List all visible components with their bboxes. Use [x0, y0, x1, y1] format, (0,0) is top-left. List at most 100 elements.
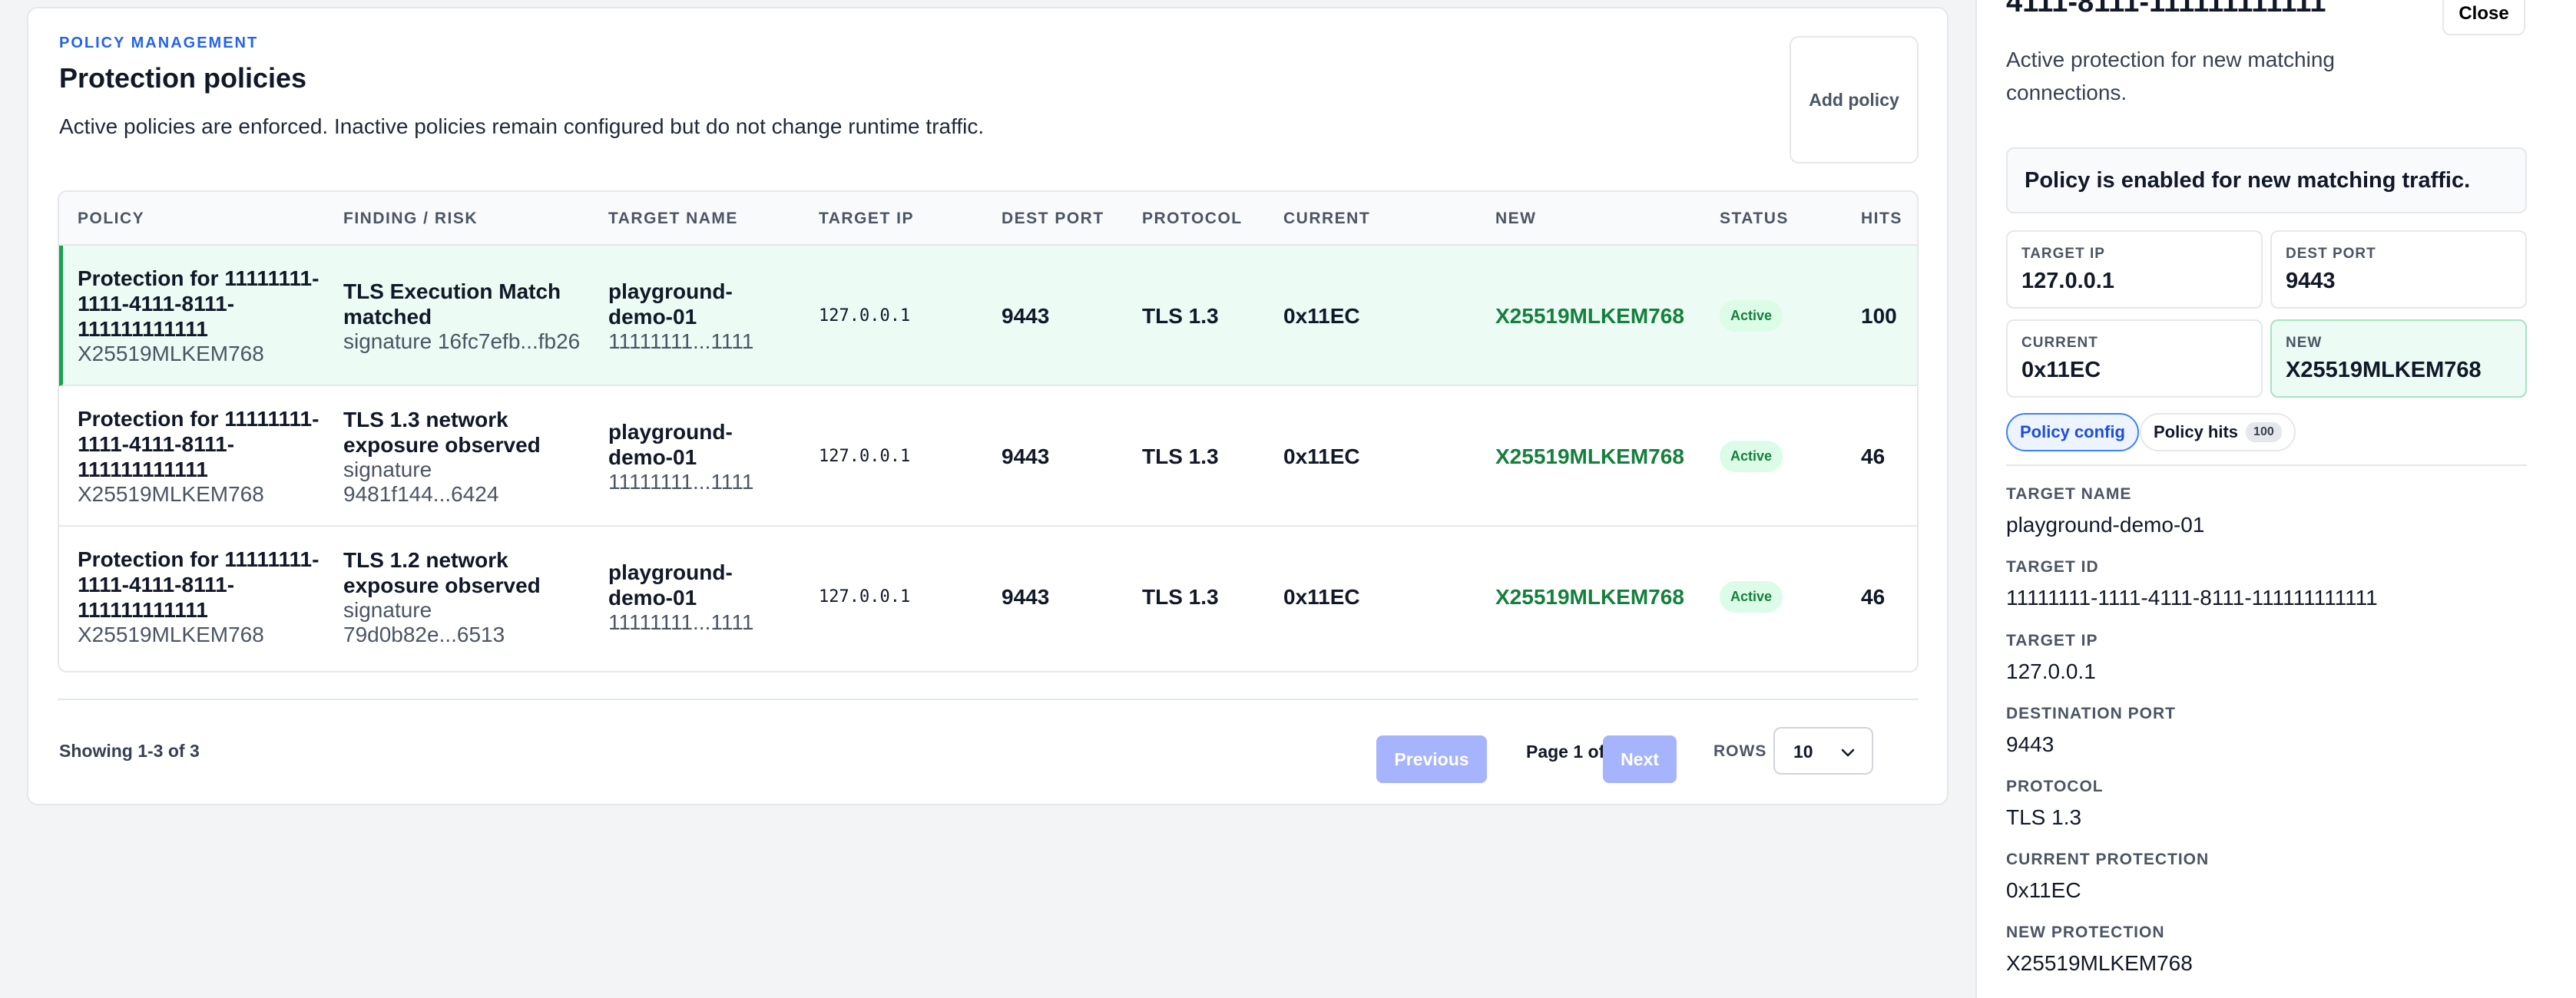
table-row[interactable]: Protection for 11111111- 1111-4111-8111-…: [59, 386, 1917, 527]
stat-dest-port: DEST PORT 9443: [2270, 230, 2527, 309]
status-cell: Active: [1720, 386, 1783, 527]
previous-page-button[interactable]: Previous: [1376, 735, 1487, 783]
add-policy-button[interactable]: Add policy: [1790, 36, 1919, 164]
page-title: Protection policies: [59, 62, 307, 94]
stat-new: NEW X25519MLKEM768: [2270, 319, 2527, 398]
finding-title-line: exposure observed: [343, 573, 541, 597]
target-name-line: playground-: [608, 419, 733, 444]
next-page-button[interactable]: Next: [1603, 735, 1677, 783]
target-name-line: playground-: [608, 560, 733, 584]
target-id-short: 11111111...1111: [608, 610, 754, 634]
status-badge: Active: [1720, 300, 1783, 332]
policy-detail-panel: 4111-8111-111111111111 Close Active prot…: [1975, 0, 2576, 998]
hits-cell: 46: [1861, 444, 1886, 468]
target-ip-cell: 127.0.0.1: [819, 246, 910, 386]
policy-cell: Protection for 11111111- 1111-4111-8111-…: [78, 246, 339, 386]
finding-signature-line: 9481f144...6424: [343, 481, 499, 506]
table-row[interactable]: Protection for 11111111- 1111-4111-8111-…: [59, 527, 1917, 667]
dest-port-cell: 9443: [1002, 304, 1050, 328]
policy-name-line: 111111111111: [78, 317, 208, 341]
detail-label: TARGET IP: [2006, 632, 2098, 649]
column-header-target-name[interactable]: TARGET NAME: [608, 192, 738, 246]
rows-per-page-select[interactable]: 10: [1773, 727, 1873, 775]
detail-label: PROTOCOL: [2006, 778, 2104, 795]
hits-cell: 46: [1861, 585, 1886, 609]
tab-label: Policy hits: [2154, 422, 2239, 441]
target-name-line: playground-: [608, 279, 733, 303]
section-eyebrow: POLICY MANAGEMENT: [59, 35, 259, 51]
tab-policy-hits[interactable]: Policy hits 100: [2140, 413, 2296, 451]
policy-cell: Protection for 11111111- 1111-4111-8111-…: [78, 386, 339, 527]
stat-current: CURRENT 0x11EC: [2006, 319, 2263, 398]
finding-signature-line: 79d0b82e...6513: [343, 622, 505, 646]
policy-name-line: 111111111111: [78, 458, 208, 481]
panel-title: 4111-8111-111111111111: [2006, 0, 2326, 18]
detail-label: DESTINATION PORT: [2006, 705, 2176, 722]
close-button[interactable]: Close: [2442, 0, 2525, 35]
column-header-finding[interactable]: FINDING / RISK: [343, 192, 478, 246]
table-header: POLICY FINDING / RISK TARGET NAME TARGET…: [59, 192, 1917, 246]
policy-algorithm: X25519MLKEM768: [78, 342, 264, 365]
column-header-target-ip[interactable]: TARGET IP: [819, 192, 914, 246]
target-ip-cell: 127.0.0.1: [819, 386, 910, 527]
status-cell: Active: [1720, 246, 1783, 386]
target-id-short: 11111111...1111: [608, 469, 754, 494]
column-header-protocol[interactable]: PROTOCOL: [1142, 192, 1243, 246]
detail-label: TARGET ID: [2006, 558, 2099, 576]
detail-label: NEW PROTECTION: [2006, 924, 2165, 941]
target-ip: 127.0.0.1: [819, 447, 911, 466]
stat-value: X25519MLKEM768: [2286, 358, 2482, 382]
page-description: Active policies are enforced. Inactive p…: [59, 114, 985, 138]
column-header-status[interactable]: STATUS: [1720, 192, 1789, 246]
stat-label: CURRENT: [2021, 335, 2098, 351]
policy-name-line: Protection for 11111111-: [78, 266, 320, 290]
finding-signature: signature 16fc7efb...fb26: [343, 329, 581, 353]
tab-divider: [2006, 464, 2527, 466]
column-header-policy[interactable]: POLICY: [78, 192, 144, 246]
target-name-cell: playground- demo-01 11111111...1111: [608, 527, 808, 667]
stat-label: TARGET IP: [2021, 246, 2105, 262]
tab-policy-config[interactable]: Policy config: [2006, 413, 2139, 451]
stat-target-ip: TARGET IP 127.0.0.1: [2006, 230, 2263, 309]
target-ip: 127.0.0.1: [819, 306, 911, 326]
finding-cell: TLS 1.3 network exposure observed signat…: [343, 386, 604, 527]
policies-table: POLICY FINDING / RISK TARGET NAME TARGET…: [58, 190, 1919, 672]
protocol-cell: TLS 1.3: [1142, 444, 1219, 468]
target-name-line: demo-01: [608, 585, 697, 610]
policy-algorithm: X25519MLKEM768: [78, 482, 264, 506]
policies-card: POLICY MANAGEMENT Protection policies Ac…: [27, 7, 1949, 805]
detail-value: X25519MLKEM768: [2006, 951, 2193, 975]
chevron-down-icon: [1839, 744, 1856, 765]
target-ip-cell: 127.0.0.1: [819, 527, 910, 667]
column-header-hits[interactable]: HITS: [1861, 192, 1902, 246]
protocol-cell: TLS 1.3: [1142, 585, 1219, 609]
finding-title-line: TLS Execution Match: [343, 279, 561, 303]
policy-cell: Protection for 11111111- 1111-4111-8111-…: [78, 527, 339, 667]
stat-value: 9443: [2286, 269, 2336, 293]
stat-label: DEST PORT: [2286, 246, 2376, 262]
new-cell: X25519MLKEM768: [1495, 444, 1684, 468]
finding-signature-line: signature: [343, 597, 432, 622]
table-row[interactable]: Protection for 11111111- 1111-4111-8111-…: [59, 246, 1917, 386]
panel-description: Active protection for new matching conne…: [2006, 48, 2335, 104]
detail-value: 0x11EC: [2006, 878, 2081, 902]
new-cell: X25519MLKEM768: [1495, 303, 1684, 328]
status-badge: Active: [1720, 581, 1783, 613]
column-header-dest-port[interactable]: DEST PORT: [1002, 192, 1104, 246]
stat-label: NEW: [2286, 335, 2323, 351]
finding-title-line: matched: [343, 304, 432, 329]
detail-value: 9443: [2006, 732, 2055, 756]
stat-value: 127.0.0.1: [2021, 269, 2114, 293]
policy-name-line: 1111-4111-8111-: [78, 573, 235, 596]
new-cell: X25519MLKEM768: [1495, 584, 1684, 609]
policy-name-line: 1111-4111-8111-: [78, 432, 235, 456]
target-name-line: demo-01: [608, 444, 697, 469]
rows-per-page-label: ROWS: [1713, 742, 1767, 760]
detail-value: TLS 1.3: [2006, 805, 2082, 829]
current-cell: 0x11EC: [1283, 585, 1360, 609]
column-header-current[interactable]: CURRENT: [1283, 192, 1370, 246]
target-name-line: demo-01: [608, 304, 697, 329]
protocol-cell: TLS 1.3: [1142, 304, 1219, 328]
column-header-new[interactable]: NEW: [1495, 192, 1537, 246]
finding-cell: TLS Execution Match matched signature 16…: [343, 246, 604, 386]
